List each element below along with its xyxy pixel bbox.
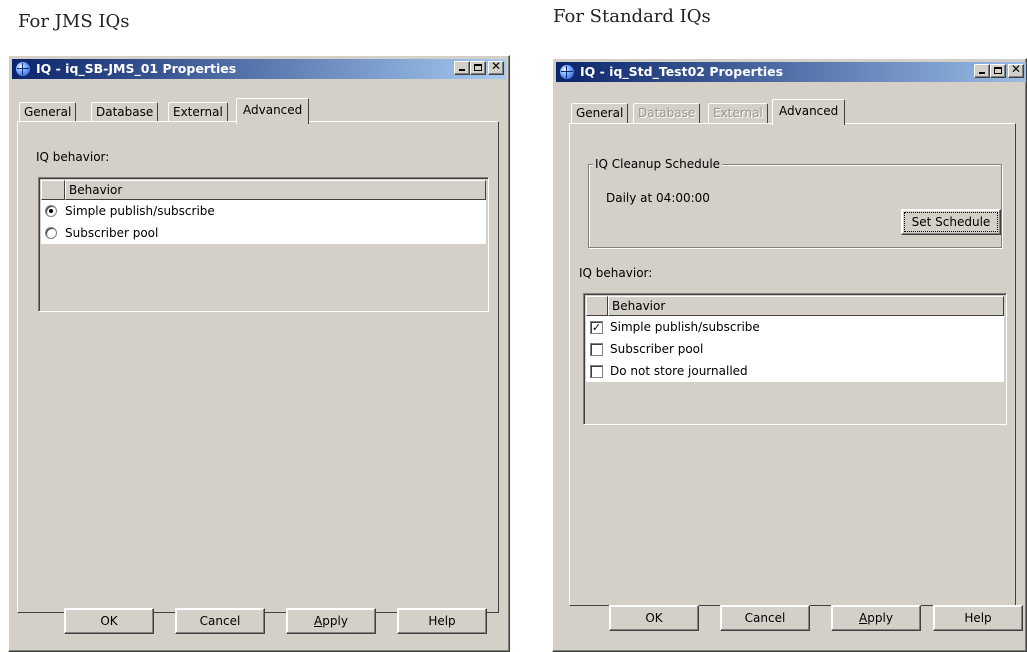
ok-button[interactable]: OK [609, 605, 699, 631]
tab-general[interactable]: General [19, 102, 77, 122]
radio-simple-publish-subscribe[interactable] [45, 205, 57, 217]
advanced-panel: IQ behavior: Behavior Simple publish/sub… [17, 121, 499, 613]
cleanup-schedule-group: IQ Cleanup Schedule Daily at 04:00:00 Se… [588, 157, 1002, 248]
iq-behavior-label: IQ behavior: [36, 150, 110, 164]
apply-label: pply [867, 610, 893, 625]
radio-subscriber-pool[interactable] [45, 227, 57, 239]
tab-database: Database [633, 103, 701, 123]
window-title: IQ - iq_SB-JMS_01 Properties [36, 61, 237, 76]
list-header: Behavior [586, 296, 1004, 316]
maximize-button[interactable] [990, 64, 1006, 78]
behavior-list: Behavior ✓ Simple publish/subscribe Subs… [583, 293, 1007, 425]
close-icon: ✕ [490, 59, 502, 73]
maximize-icon [474, 64, 482, 71]
minimize-button[interactable] [974, 64, 990, 78]
checkbox-simple-publish-subscribe[interactable]: ✓ [590, 321, 603, 334]
list-rows: Simple publish/subscribe Subscriber pool [41, 200, 486, 244]
iq-behavior-label: IQ behavior: [579, 266, 653, 280]
close-icon: ✕ [1010, 62, 1022, 76]
behavior-list: Behavior Simple publish/subscribe Subscr… [38, 177, 489, 312]
caption-standard: For Standard IQs [553, 6, 711, 27]
set-schedule-button[interactable]: Set Schedule [901, 209, 1001, 235]
ok-button[interactable]: OK [64, 608, 154, 634]
minimize-icon [459, 69, 465, 71]
list-item[interactable]: Simple publish/subscribe [41, 200, 486, 222]
globe-icon [559, 64, 575, 80]
apply-label: pply [322, 613, 348, 628]
maximize-icon [994, 67, 1002, 74]
option-label: Simple publish/subscribe [65, 204, 215, 218]
cleanup-schedule-legend: IQ Cleanup Schedule [593, 157, 723, 171]
option-label: Subscriber pool [65, 226, 159, 240]
close-button[interactable]: ✕ [488, 59, 504, 75]
help-button[interactable]: Help [933, 605, 1023, 631]
maximize-button[interactable] [470, 61, 486, 75]
apply-button[interactable]: Apply [286, 608, 376, 634]
jms-properties-dialog: IQ - iq_SB-JMS_01 Properties ✕ General D… [8, 55, 510, 652]
title-bar[interactable]: IQ - iq_Std_Test02 Properties ✕ [556, 62, 1026, 82]
tab-general[interactable]: General [571, 103, 629, 123]
help-button[interactable]: Help [397, 608, 487, 634]
option-label: Subscriber pool [610, 342, 704, 356]
option-label: Simple publish/subscribe [610, 320, 760, 334]
schedule-text: Daily at 04:00:00 [606, 191, 710, 205]
standard-properties-dialog: IQ - iq_Std_Test02 Properties ✕ General … [552, 58, 1027, 652]
caption-jms: For JMS IQs [18, 11, 130, 32]
list-item[interactable]: Subscriber pool [586, 338, 1004, 360]
cancel-button[interactable]: Cancel [175, 608, 265, 634]
tab-external[interactable]: External [168, 102, 228, 122]
advanced-panel: IQ Cleanup Schedule Daily at 04:00:00 Se… [569, 123, 1016, 606]
minimize-button[interactable] [454, 61, 470, 75]
list-item[interactable]: Do not store journalled [586, 360, 1004, 382]
list-rows: ✓ Simple publish/subscribe Subscriber po… [586, 316, 1004, 382]
cancel-button[interactable]: Cancel [720, 605, 810, 631]
select-column-header[interactable] [586, 296, 608, 316]
checkbox-subscriber-pool[interactable] [590, 343, 603, 356]
list-header: Behavior [41, 180, 486, 200]
select-column-header[interactable] [41, 180, 65, 200]
tab-advanced[interactable]: Advanced [772, 99, 846, 125]
close-button[interactable]: ✕ [1008, 62, 1024, 78]
apply-button[interactable]: Apply [831, 605, 921, 631]
tab-database[interactable]: Database [91, 102, 159, 122]
checkbox-do-not-store-journalled[interactable] [590, 365, 603, 378]
behavior-column-header[interactable]: Behavior [608, 296, 1004, 316]
list-item[interactable]: ✓ Simple publish/subscribe [586, 316, 1004, 338]
list-item[interactable]: Subscriber pool [41, 222, 486, 244]
tab-advanced[interactable]: Advanced [236, 98, 310, 124]
window-title: IQ - iq_Std_Test02 Properties [580, 64, 784, 79]
behavior-column-header[interactable]: Behavior [65, 180, 486, 200]
tab-external: External [708, 103, 768, 123]
option-label: Do not store journalled [610, 364, 748, 378]
title-bar[interactable]: IQ - iq_SB-JMS_01 Properties ✕ [12, 59, 506, 79]
minimize-icon [979, 72, 985, 74]
globe-icon [15, 61, 31, 77]
